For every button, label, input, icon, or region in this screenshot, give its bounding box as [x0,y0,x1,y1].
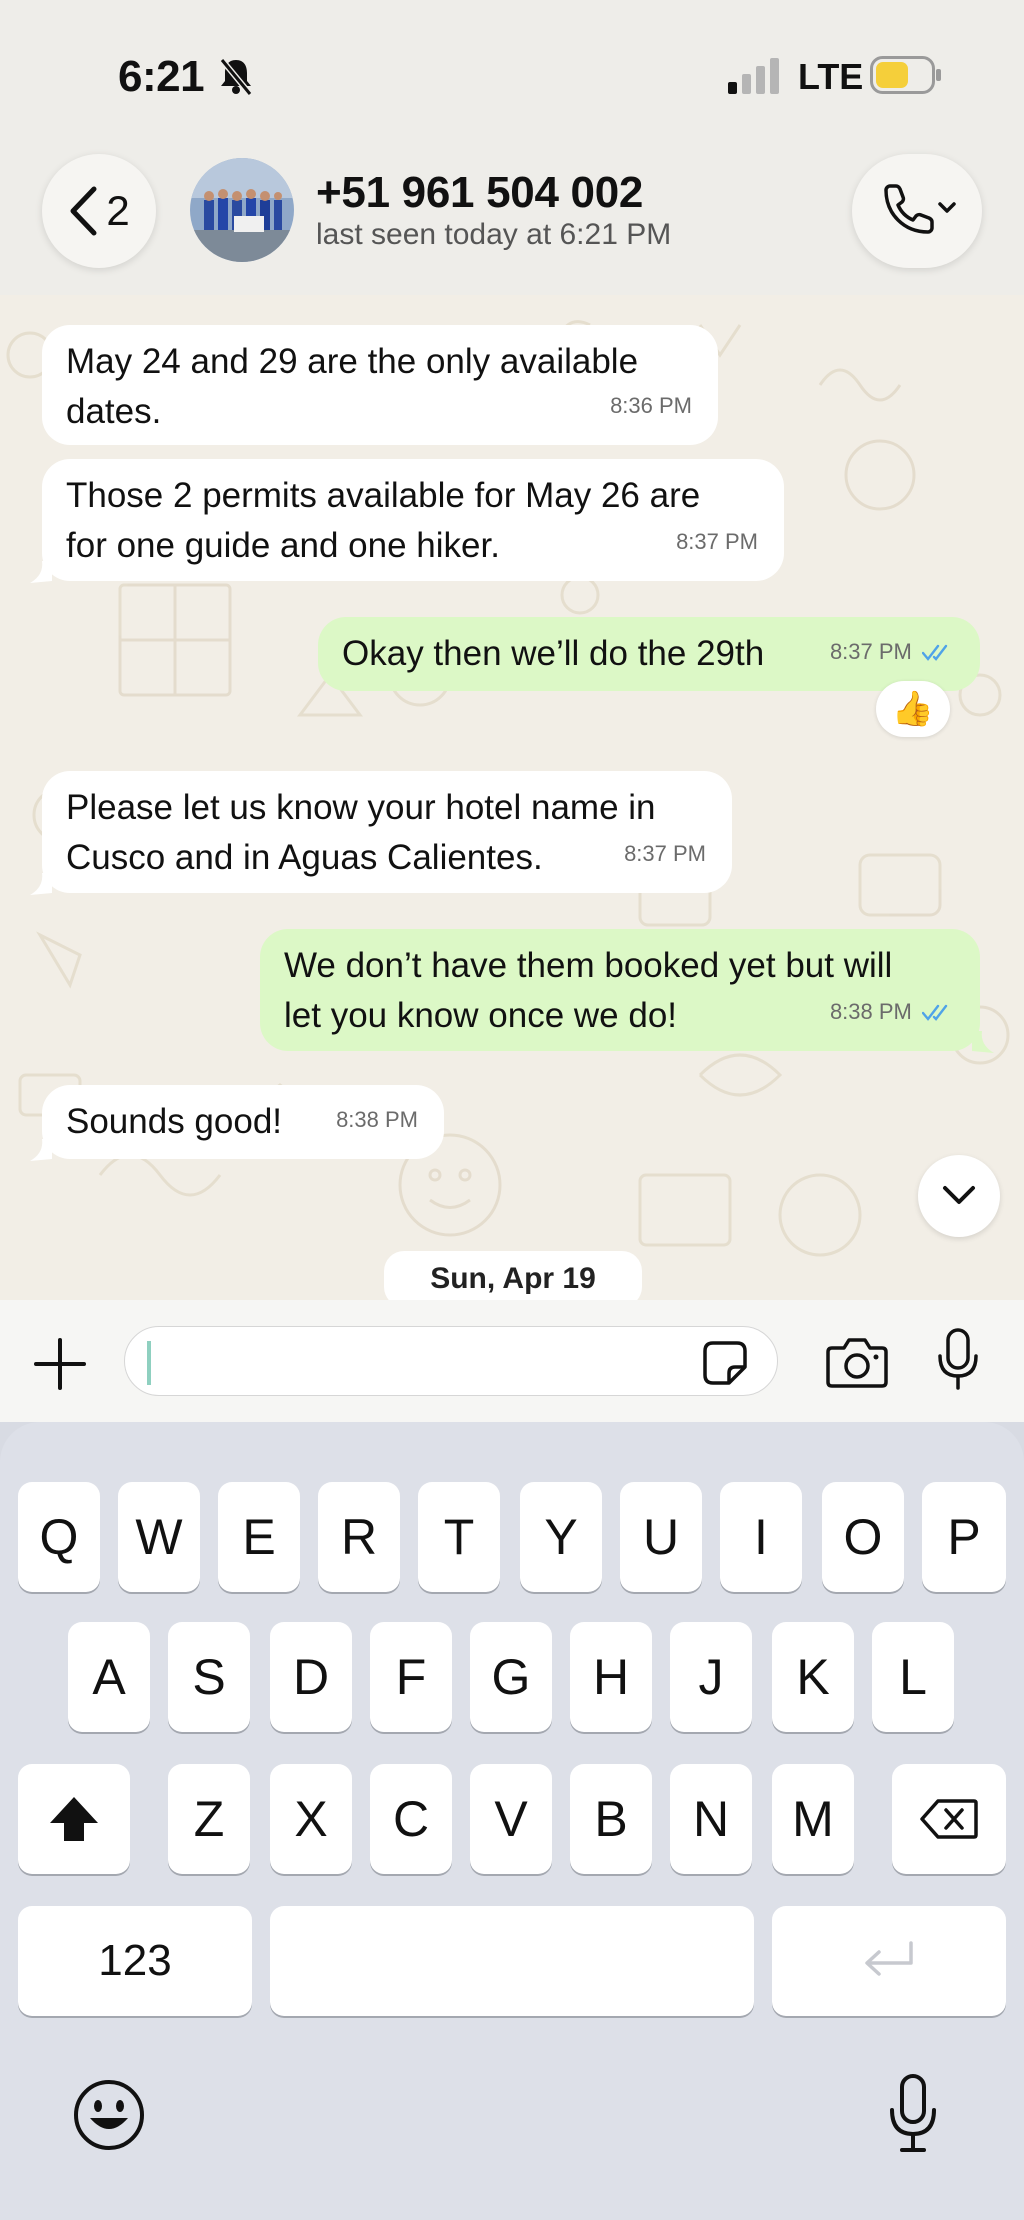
chevron-down-icon [943,1186,975,1204]
unread-count: 2 [106,187,130,234]
chevron-down-icon [938,202,956,213]
bubble-tail [30,561,52,583]
message-bubble-outgoing[interactable]: We don’t have them booked yet but will l… [260,929,980,1051]
message-time: 8:36 PM [610,393,692,418]
key-m[interactable]: M [772,1764,854,1874]
return-icon [865,1941,913,1976]
plus-icon[interactable] [34,1338,86,1390]
camera-icon[interactable] [826,1336,888,1388]
message-text: Please let us know your hotel name in Cu… [66,788,656,877]
phone-icon [884,184,956,234]
key-v[interactable]: V [470,1764,552,1874]
chat-header: 2 +51 961 504 002 last seen today at 6:2… [0,140,1024,295]
status-bar: 6:21 LTE [0,0,1024,140]
key-g[interactable]: G [470,1622,552,1732]
sticker-icon[interactable] [701,1339,749,1387]
chevron-left-icon [70,186,97,236]
key-z[interactable]: Z [168,1764,250,1874]
message-input[interactable] [124,1326,778,1396]
key-p[interactable]: P [922,1482,1006,1592]
dictation-icon[interactable] [888,2074,938,2154]
microphone-icon[interactable] [936,1328,980,1392]
message-bubble-incoming[interactable]: Sounds good! 8:38 PM [42,1085,444,1159]
message-bubble-incoming[interactable]: May 24 and 29 are the only available dat… [42,325,718,445]
key-d[interactable]: D [270,1622,352,1732]
key-y[interactable]: Y [520,1482,602,1592]
contact-avatar[interactable] [190,158,294,262]
scroll-to-bottom-button[interactable] [918,1155,1000,1237]
message-time: 8:37 PM [676,529,758,554]
key-n[interactable]: N [670,1764,752,1874]
message-bubble-incoming[interactable]: Please let us know your hotel name in Cu… [42,771,732,893]
message-time: 8:38 PM [829,999,912,1024]
message-text: May 24 and 29 are the only available dat… [66,342,639,431]
battery-icon [870,56,941,94]
key-i[interactable]: I [720,1482,802,1592]
text-caret [147,1341,151,1385]
key-s[interactable]: S [168,1622,250,1732]
numbers-key[interactable]: 123 [18,1906,252,2016]
message-status: 8:38 PM [830,987,954,1037]
last-seen-status: last seen today at 6:21 PM [316,218,672,251]
message-bubble-outgoing[interactable]: Okay then we’ll do the 29th 8:37 PM [318,617,980,691]
key-w[interactable]: W [118,1482,200,1592]
key-f[interactable]: F [370,1622,452,1732]
read-ticks-icon [922,1004,948,1022]
message-bubble-incoming[interactable]: Those 2 permits available for May 26 are… [42,459,784,581]
message-text: Those 2 permits available for May 26 are… [66,476,701,565]
bubble-tail [30,873,52,895]
date-separator: Sun, Apr 19 [384,1251,642,1300]
key-l[interactable]: L [872,1622,954,1732]
key-a[interactable]: A [68,1622,150,1732]
keyboard-panel: Q W E R T Y U I O P A S D F G H J K L Z … [0,1422,1024,2220]
key-q[interactable]: Q [18,1482,100,1592]
shift-icon [50,1797,98,1841]
key-c[interactable]: C [370,1764,452,1874]
key-b[interactable]: B [570,1764,652,1874]
key-x[interactable]: X [270,1764,352,1874]
key-t[interactable]: T [418,1482,500,1592]
key-k[interactable]: K [772,1622,854,1732]
signal-icon [728,58,779,94]
backspace-icon [920,1799,978,1839]
keyboard: Q W E R T Y U I O P A S D F G H J K L Z … [0,1422,1024,2220]
key-o[interactable]: O [822,1482,904,1592]
message-time: 8:38 PM [336,1107,418,1132]
status-time: 6:21 [118,52,205,101]
return-key[interactable] [772,1906,1006,2016]
bell-muted-icon [219,58,253,96]
key-h[interactable]: H [570,1622,652,1732]
back-button[interactable]: 2 [42,154,156,268]
bubble-tail [972,1031,994,1053]
message-time: 8:37 PM [829,639,912,664]
key-e[interactable]: E [218,1482,300,1592]
shift-key[interactable] [18,1764,130,1874]
space-key[interactable] [270,1906,754,2016]
key-j[interactable]: J [670,1622,752,1732]
message-composer [0,1300,1024,1422]
backspace-key[interactable] [892,1764,1006,1874]
chat-area[interactable]: May 24 and 29 are the only available dat… [0,295,1024,1300]
key-r[interactable]: R [318,1482,400,1592]
message-status: 8:37 PM [830,627,954,677]
key-u[interactable]: U [620,1482,702,1592]
message-time: 8:37 PM [624,841,706,866]
reaction-thumbs-up[interactable]: 👍 [876,681,950,737]
contact-name[interactable]: +51 961 504 002 [316,168,643,218]
emoji-icon[interactable] [72,2078,146,2152]
read-ticks-icon [922,644,948,662]
network-type: LTE [798,56,864,97]
call-button[interactable] [852,154,982,268]
bubble-tail [30,1139,52,1161]
